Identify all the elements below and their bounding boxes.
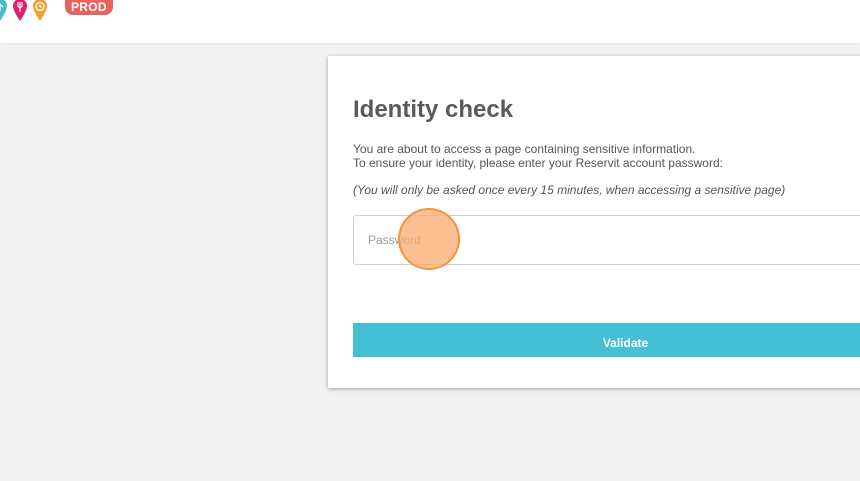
frequency-note: (You will only be asked once every 15 mi… — [353, 183, 786, 197]
dialog-description: You are about to access a page containin… — [353, 142, 723, 170]
magenta-pin-icon[interactable] — [12, 0, 28, 22]
top-bar: PROD — [0, 0, 860, 43]
description-line-2: To ensure your identity, please enter yo… — [353, 156, 723, 170]
orange-pin-icon[interactable] — [32, 0, 48, 22]
identity-check-dialog: Identity check You are about to access a… — [328, 56, 860, 388]
environment-badge: PROD — [65, 0, 113, 15]
validate-button[interactable]: Validate — [353, 323, 860, 357]
description-line-1: You are about to access a page containin… — [353, 142, 696, 156]
dialog-title: Identity check — [353, 96, 514, 123]
teal-pin-icon[interactable] — [0, 0, 8, 22]
password-input[interactable] — [353, 215, 860, 265]
